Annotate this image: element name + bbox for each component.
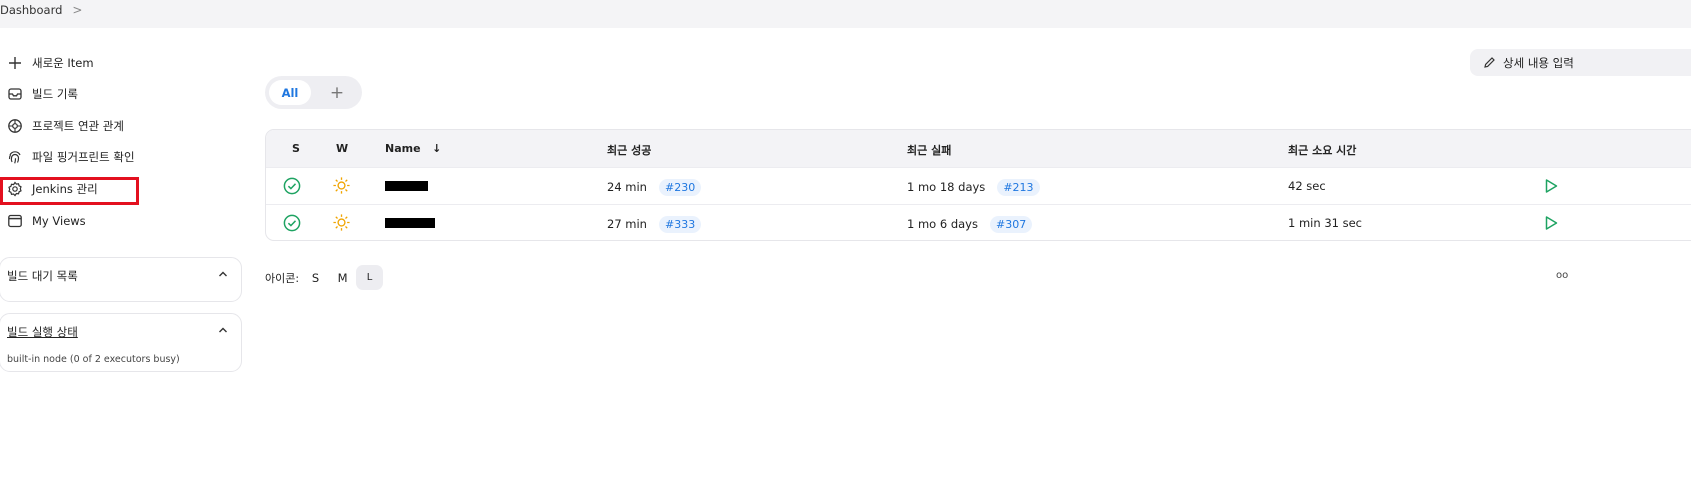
icon-size-label: 아이콘: [265,271,300,285]
icon-size-s[interactable]: S [302,265,329,290]
view-tabs: All + [265,76,362,109]
executors-panel: 빌드 실행 상태 built-in node (0 of 2 executors… [0,313,242,372]
table-row: 27 min #333 1 mo 6 days #307 1 min 31 sec [266,204,1691,240]
highlight-box [0,177,139,205]
window-icon [6,213,23,230]
job-name-link[interactable] [385,181,428,191]
relationship-icon [6,118,23,135]
sidebar-item-label: 빌드 기록 [32,87,78,101]
executors-title[interactable]: 빌드 실행 상태 [7,324,78,340]
executor-node-status: built-in node (0 of 2 executors busy) [7,354,180,365]
header-last-success[interactable]: 최근 성공 [607,142,651,158]
build-now-play-icon[interactable] [1544,178,1559,194]
build-link[interactable]: #213 [997,179,1040,196]
plus-icon [6,55,23,72]
sidebar-item-build-history[interactable]: 빌드 기록 [6,83,78,105]
breadcrumb: Dashboard > [0,3,82,17]
header-name-label: Name [385,142,421,155]
header-weather[interactable]: W [336,142,348,155]
chevron-up-icon[interactable] [217,268,229,280]
last-failure: 1 mo 18 days #213 [907,179,1040,196]
fingerprint-icon [6,149,23,166]
sun-icon [333,214,350,231]
sidebar-item-project-relationship[interactable]: 프로젝트 연관 관계 [6,115,124,137]
sidebar-item-fingerprint[interactable]: 파일 핑거프린트 확인 [6,146,135,168]
tab-all[interactable]: All [269,80,311,105]
chevron-up-icon[interactable] [217,324,229,336]
sidebar-item-my-views[interactable]: My Views [6,210,86,232]
edit-description-label: 상세 내용 입력 [1503,55,1574,70]
legend-link[interactable]: oo [1556,270,1568,281]
header-last-duration[interactable]: 최근 소요 시간 [1288,142,1356,158]
icon-size-m[interactable]: M [329,265,356,290]
last-duration: 42 sec [1288,179,1326,193]
last-success: 24 min #230 [607,179,702,196]
build-now-play-icon[interactable] [1544,215,1559,231]
sun-icon [333,177,350,194]
build-link[interactable]: #333 [658,216,702,233]
build-queue-panel: 빌드 대기 목록 [0,257,242,302]
sidebar-item-label: 새로운 Item [32,56,94,70]
table-header: S W Name ↓ 최근 성공 최근 실패 최근 소요 시간 [266,130,1691,167]
icon-size-l[interactable]: L [356,265,384,290]
last-success-time: 27 min [607,217,647,231]
inbox-icon [6,86,23,103]
jobs-table: S W Name ↓ 최근 성공 최근 실패 최근 소요 시간 24 min #2… [265,129,1691,241]
job-name-link[interactable] [385,218,435,228]
build-queue-title: 빌드 대기 목록 [7,269,78,283]
last-duration: 1 min 31 sec [1288,216,1362,230]
breadcrumb-chevron-icon[interactable]: > [72,3,82,17]
success-icon [283,177,301,195]
last-failure-time: 1 mo 18 days [907,180,986,194]
build-link[interactable]: #307 [989,216,1033,233]
header-last-failure[interactable]: 최근 실패 [907,142,951,158]
add-view-button[interactable]: + [325,81,349,105]
breadcrumb-dashboard[interactable]: Dashboard [0,3,62,17]
pencil-icon [1484,57,1495,68]
table-row: 24 min #230 1 mo 18 days #213 42 sec [266,167,1691,204]
header-name[interactable]: Name ↓ [385,142,441,155]
sidebar-item-label: 파일 핑거프린트 확인 [32,150,135,164]
breadcrumb-bar: Dashboard > [0,0,1691,28]
success-icon [283,214,301,232]
last-success-time: 24 min [607,180,647,194]
sidebar-item-new-item[interactable]: 새로운 Item [6,52,94,74]
sidebar-item-label: 프로젝트 연관 관계 [32,119,124,133]
last-failure-time: 1 mo 6 days [907,217,978,231]
edit-description-button[interactable]: 상세 내용 입력 [1470,49,1691,76]
icon-size-selector: 아이콘: S M L [265,265,384,290]
header-status[interactable]: S [292,142,300,155]
last-success: 27 min #333 [607,216,702,233]
sort-arrow-icon: ↓ [432,142,442,155]
sidebar-item-label: My Views [32,214,86,228]
last-failure: 1 mo 6 days #307 [907,216,1033,233]
build-link[interactable]: #230 [658,179,702,196]
